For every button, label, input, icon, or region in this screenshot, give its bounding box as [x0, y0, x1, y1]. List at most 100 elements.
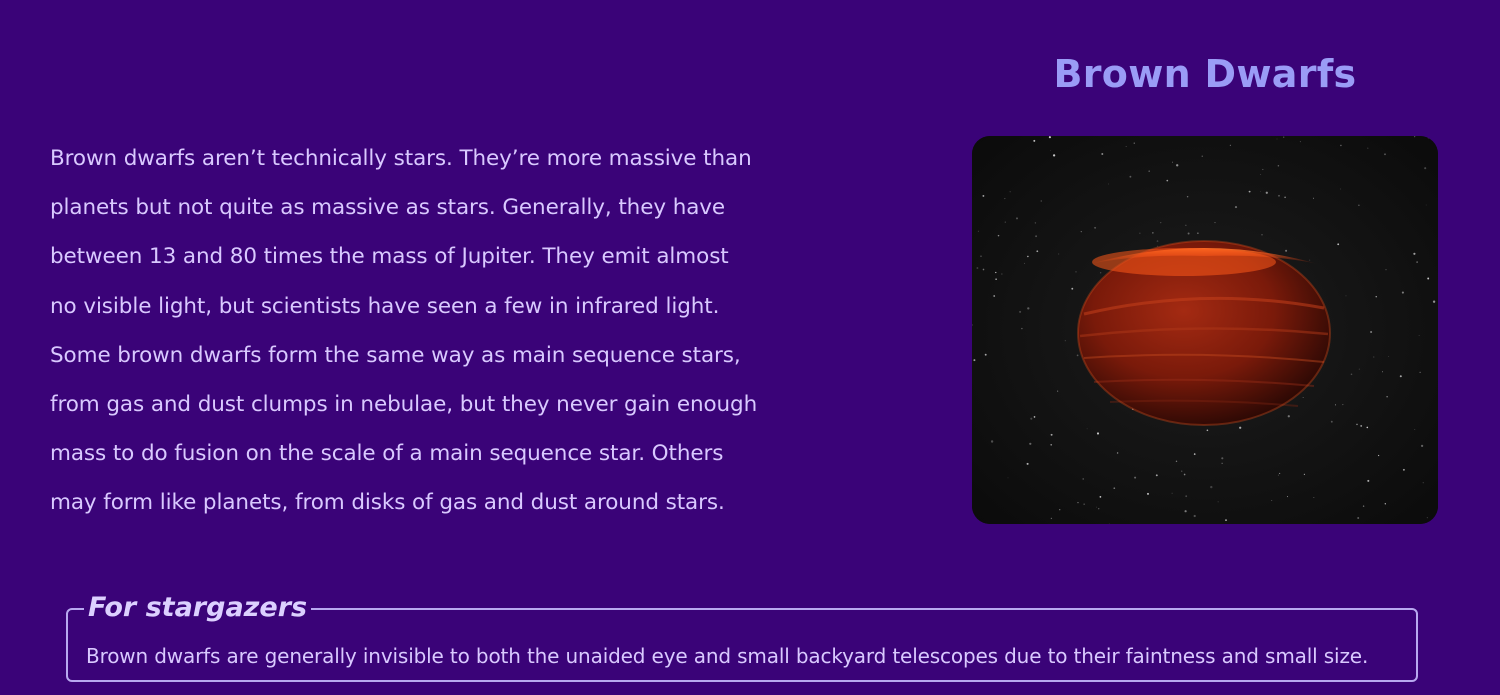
star — [1386, 396, 1388, 398]
star — [1080, 230, 1082, 233]
brown-dwarf-image — [972, 136, 1438, 524]
star — [1358, 204, 1360, 206]
star — [1193, 514, 1196, 518]
star — [1221, 457, 1224, 460]
star — [1385, 269, 1387, 271]
star — [982, 194, 985, 197]
star — [1100, 272, 1102, 274]
star — [1133, 142, 1135, 144]
star — [1271, 500, 1273, 501]
star — [1261, 234, 1263, 236]
star — [1234, 206, 1238, 209]
star — [1134, 476, 1137, 479]
star — [1155, 474, 1158, 477]
star — [1157, 245, 1158, 247]
page-title: Brown Dwarfs — [1053, 52, 1357, 96]
star — [1152, 232, 1154, 234]
star — [1366, 426, 1369, 429]
star — [1108, 523, 1110, 524]
star — [1148, 170, 1150, 172]
star — [1239, 426, 1242, 429]
star — [1402, 468, 1405, 471]
star — [1050, 443, 1053, 446]
star — [1186, 195, 1189, 198]
star — [1303, 473, 1306, 476]
star — [1147, 492, 1149, 495]
star — [1206, 429, 1209, 432]
star — [1197, 232, 1199, 234]
star — [1201, 155, 1203, 157]
star — [1279, 472, 1281, 474]
star — [1276, 138, 1278, 140]
star — [1001, 273, 1003, 275]
star — [1424, 167, 1427, 170]
star — [1156, 240, 1159, 242]
star — [1367, 147, 1369, 149]
star — [993, 295, 996, 297]
star — [1414, 136, 1416, 138]
star — [1384, 153, 1386, 156]
star — [1193, 453, 1196, 455]
star — [1401, 291, 1404, 294]
star — [1027, 307, 1030, 310]
star — [1360, 424, 1363, 427]
star — [1277, 474, 1279, 476]
star — [1040, 200, 1042, 202]
star — [990, 440, 994, 443]
star — [1210, 485, 1213, 489]
star — [1340, 144, 1342, 147]
star — [1052, 154, 1056, 157]
star — [1413, 252, 1416, 255]
star — [1229, 144, 1231, 146]
star — [1277, 164, 1280, 167]
star — [1335, 404, 1336, 406]
star — [1076, 354, 1079, 357]
star — [1416, 261, 1418, 263]
brown-dwarf-illustration — [972, 136, 1438, 524]
star — [1357, 517, 1360, 519]
star — [1313, 197, 1314, 199]
star — [1021, 327, 1023, 330]
star — [1432, 300, 1436, 303]
stargazers-box: For stargazers Brown dwarfs are generall… — [66, 592, 1418, 682]
star — [1027, 255, 1029, 258]
star — [1007, 477, 1009, 479]
star — [1265, 191, 1268, 194]
page: Brown Dwarfs Brown dwarfs aren’t technic… — [0, 0, 1500, 695]
star — [1108, 183, 1109, 185]
star — [1113, 487, 1116, 490]
star — [1033, 139, 1036, 142]
star — [1375, 296, 1377, 298]
star — [1278, 194, 1280, 197]
star — [1071, 287, 1074, 290]
star — [1004, 221, 1006, 223]
star — [1286, 496, 1288, 498]
star — [984, 353, 987, 356]
star — [1287, 415, 1290, 418]
star — [1350, 373, 1353, 376]
star — [973, 359, 976, 362]
star — [1427, 277, 1430, 280]
star — [1426, 517, 1428, 519]
star — [1284, 196, 1286, 199]
star — [1309, 259, 1311, 261]
star — [1419, 371, 1421, 373]
star — [1009, 191, 1011, 193]
star — [1094, 226, 1097, 229]
star — [1384, 503, 1386, 505]
star — [1370, 330, 1373, 334]
star — [1285, 249, 1288, 252]
star — [1422, 482, 1424, 484]
star — [1283, 136, 1285, 138]
star — [997, 234, 1000, 237]
star — [1015, 217, 1019, 220]
star — [995, 271, 997, 274]
star — [1418, 335, 1420, 336]
star — [1086, 428, 1088, 430]
star — [1221, 462, 1223, 464]
stargazers-text: Brown dwarfs are generally invisible to … — [86, 644, 1369, 668]
star — [1048, 136, 1051, 139]
star — [1057, 390, 1059, 392]
star — [995, 278, 997, 280]
star — [1185, 495, 1188, 498]
